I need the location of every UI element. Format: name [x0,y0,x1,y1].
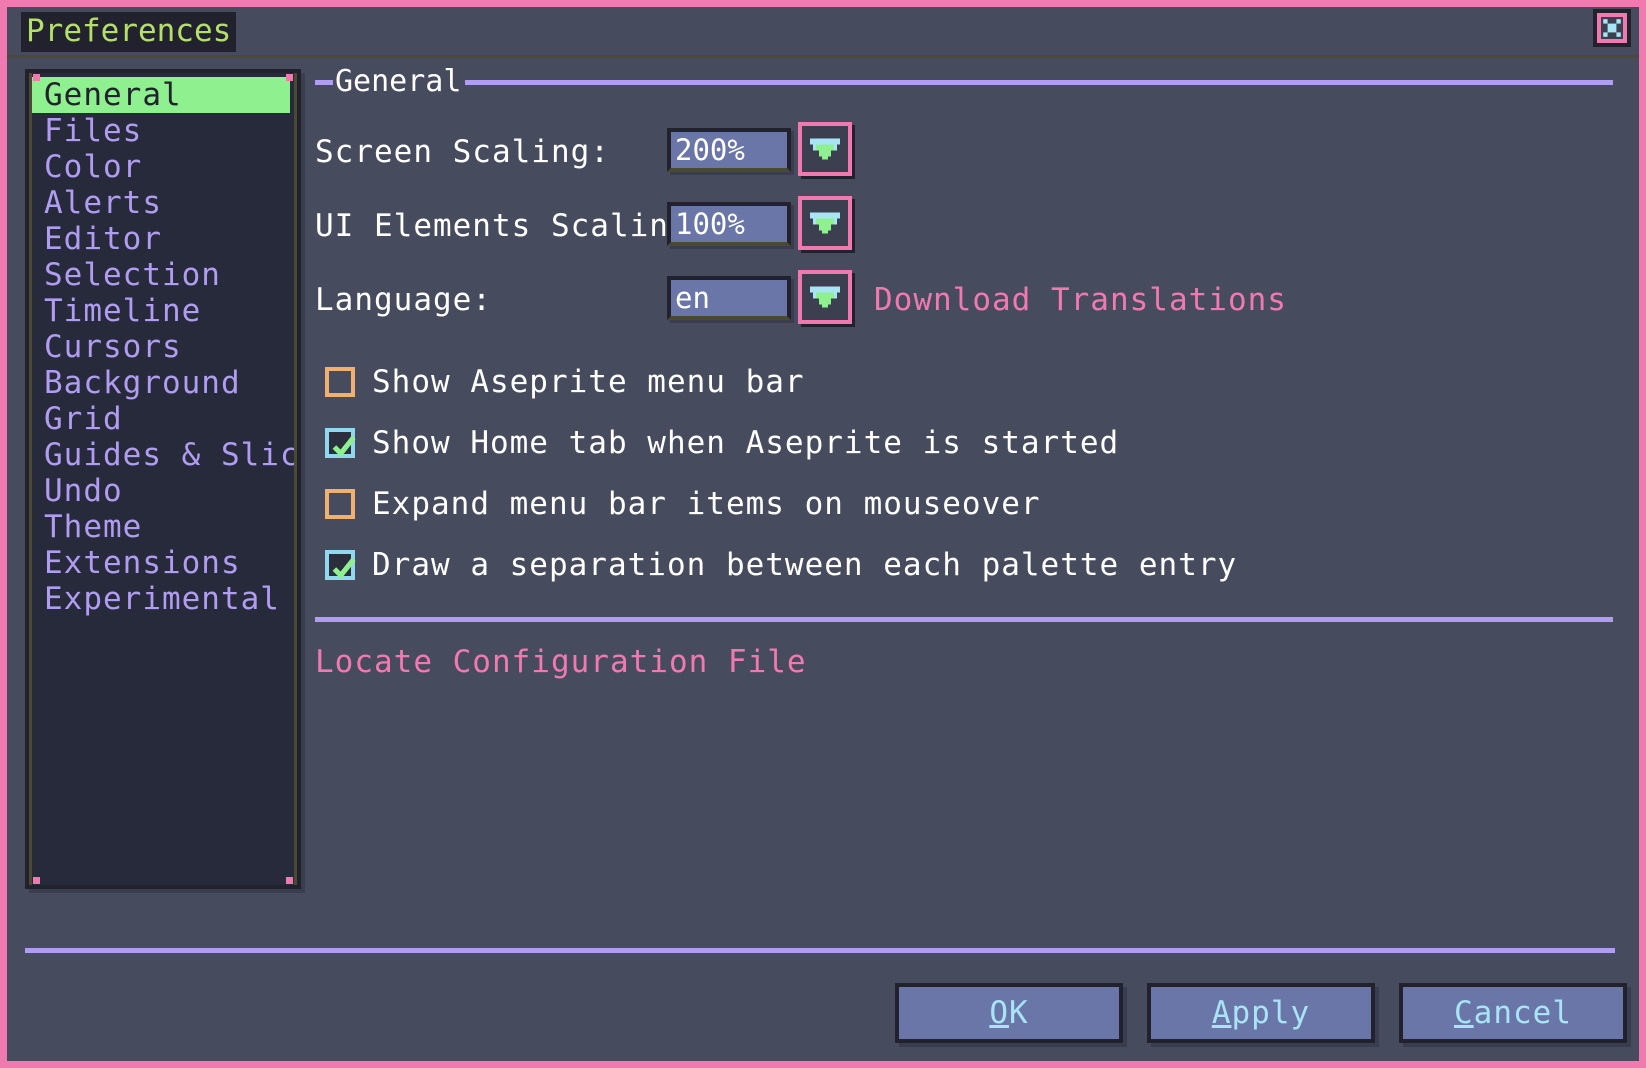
preferences-dialog: Preferences General Files Color Alerts E… [0,0,1646,1068]
corner-dot-icon [286,877,293,884]
checkbox-label: Show Home tab when Aseprite is started [372,424,1120,461]
sidebar-item-extensions[interactable]: Extensions [32,545,294,581]
sidebar-item-color[interactable]: Color [32,149,294,185]
general-settings-panel: General Screen Scaling: 200% UI Elements S… [315,65,1613,905]
combo-box[interactable]: 200% [667,122,852,176]
locate-configuration-file-link[interactable]: Locate Configuration File [315,644,1613,680]
checkbox-label: Expand menu bar items on mouseover [372,485,1041,522]
close-x-icon [1597,13,1627,43]
sidebar-item-timeline[interactable]: Timeline [32,293,294,329]
sidebar-item-alerts[interactable]: Alerts [32,185,294,221]
sidebar-item-background[interactable]: Background [32,365,294,401]
field-label: Language: [315,282,492,318]
checkbox-checked-icon[interactable] [325,427,356,458]
group-rule [465,79,1613,85]
button-mnemonic: A [1211,995,1232,1031]
checkbox-checked-icon[interactable] [325,549,356,580]
section-divider [315,617,1613,622]
button-mnemonic: C [1454,995,1474,1031]
checkbox-label: Show Aseprite menu bar [372,363,805,400]
group-title: General [335,64,462,99]
checkbox-unchecked-icon[interactable] [325,366,355,397]
button-label-rest: pply [1231,995,1311,1031]
apply-button[interactable]: Apply [1147,983,1375,1043]
sidebar-item-files[interactable]: Files [32,113,294,149]
preferences-section-list-inner: General Files Color Alerts Editor Selection Ti… [29,73,297,885]
group-header: General [315,65,1613,99]
field-label: UI Elements Scaling: [315,208,709,244]
corner-dot-icon [286,74,293,81]
chevron-down-icon[interactable] [798,196,852,250]
button-mnemonic: O [989,995,1009,1031]
sidebar-item-experimental[interactable]: Experimental [32,581,294,617]
checkbox-label: Draw a separation between each palette e… [372,546,1238,583]
title-bar: Preferences [7,7,1639,58]
sidebar-item-theme[interactable]: Theme [32,509,294,545]
checkbox-row[interactable]: Draw a separation between each palette e… [315,534,1613,595]
field-row: UI Elements Scaling: 100% [315,189,1613,263]
close-button[interactable] [1593,9,1631,47]
ok-button[interactable]: OK [895,983,1123,1043]
combo-value[interactable]: 200% [667,128,791,172]
dialog-buttons: O K Apply Cancel [895,983,1627,1043]
checkbox-row[interactable]: Show Aseprite menu bar [315,351,1613,412]
corner-dot-icon [33,877,40,884]
sidebar-item-selection[interactable]: Selection [32,257,294,293]
button-label-rest: ancel [1473,995,1572,1031]
sidebar-item-general[interactable]: General [32,77,290,113]
footer-divider [25,948,1615,953]
download-translations-link[interactable]: Download Translations [874,282,1287,318]
sidebar-item-undo[interactable]: Undo [32,473,294,509]
corner-dot-icon [33,74,40,81]
page-title: Preferences [21,12,237,52]
button-label-rest: K [1009,995,1029,1031]
cancel-button[interactable]: Cancel [1399,983,1627,1043]
checkbox-row[interactable]: Expand menu bar items on mouseover [315,473,1613,534]
field-row: Language: en Download Translations [315,263,1613,337]
checkbox-unchecked-icon[interactable] [325,488,355,519]
sidebar-item-editor[interactable]: Editor [32,221,294,257]
field-label: Screen Scaling: [315,134,610,170]
sidebar-item-guides-slices[interactable]: Guides & Slices [32,437,294,473]
sidebar-item-cursors[interactable]: Cursors [32,329,294,365]
combo-value[interactable]: 100% [667,202,791,246]
sidebar-item-grid[interactable]: Grid [32,401,294,437]
combo-box[interactable]: en [667,270,852,324]
chevron-down-icon[interactable] [798,122,852,176]
combo-box[interactable]: 100% [667,196,852,250]
checkbox-row[interactable]: Show Home tab when Aseprite is started [315,412,1613,473]
preferences-section-list[interactable]: General Files Color Alerts Editor Selection Ti… [25,69,301,889]
group-dash [315,79,333,85]
combo-value[interactable]: en [667,276,791,320]
field-row: Screen Scaling: 200% [315,115,1613,189]
chevron-down-icon[interactable] [798,270,852,324]
